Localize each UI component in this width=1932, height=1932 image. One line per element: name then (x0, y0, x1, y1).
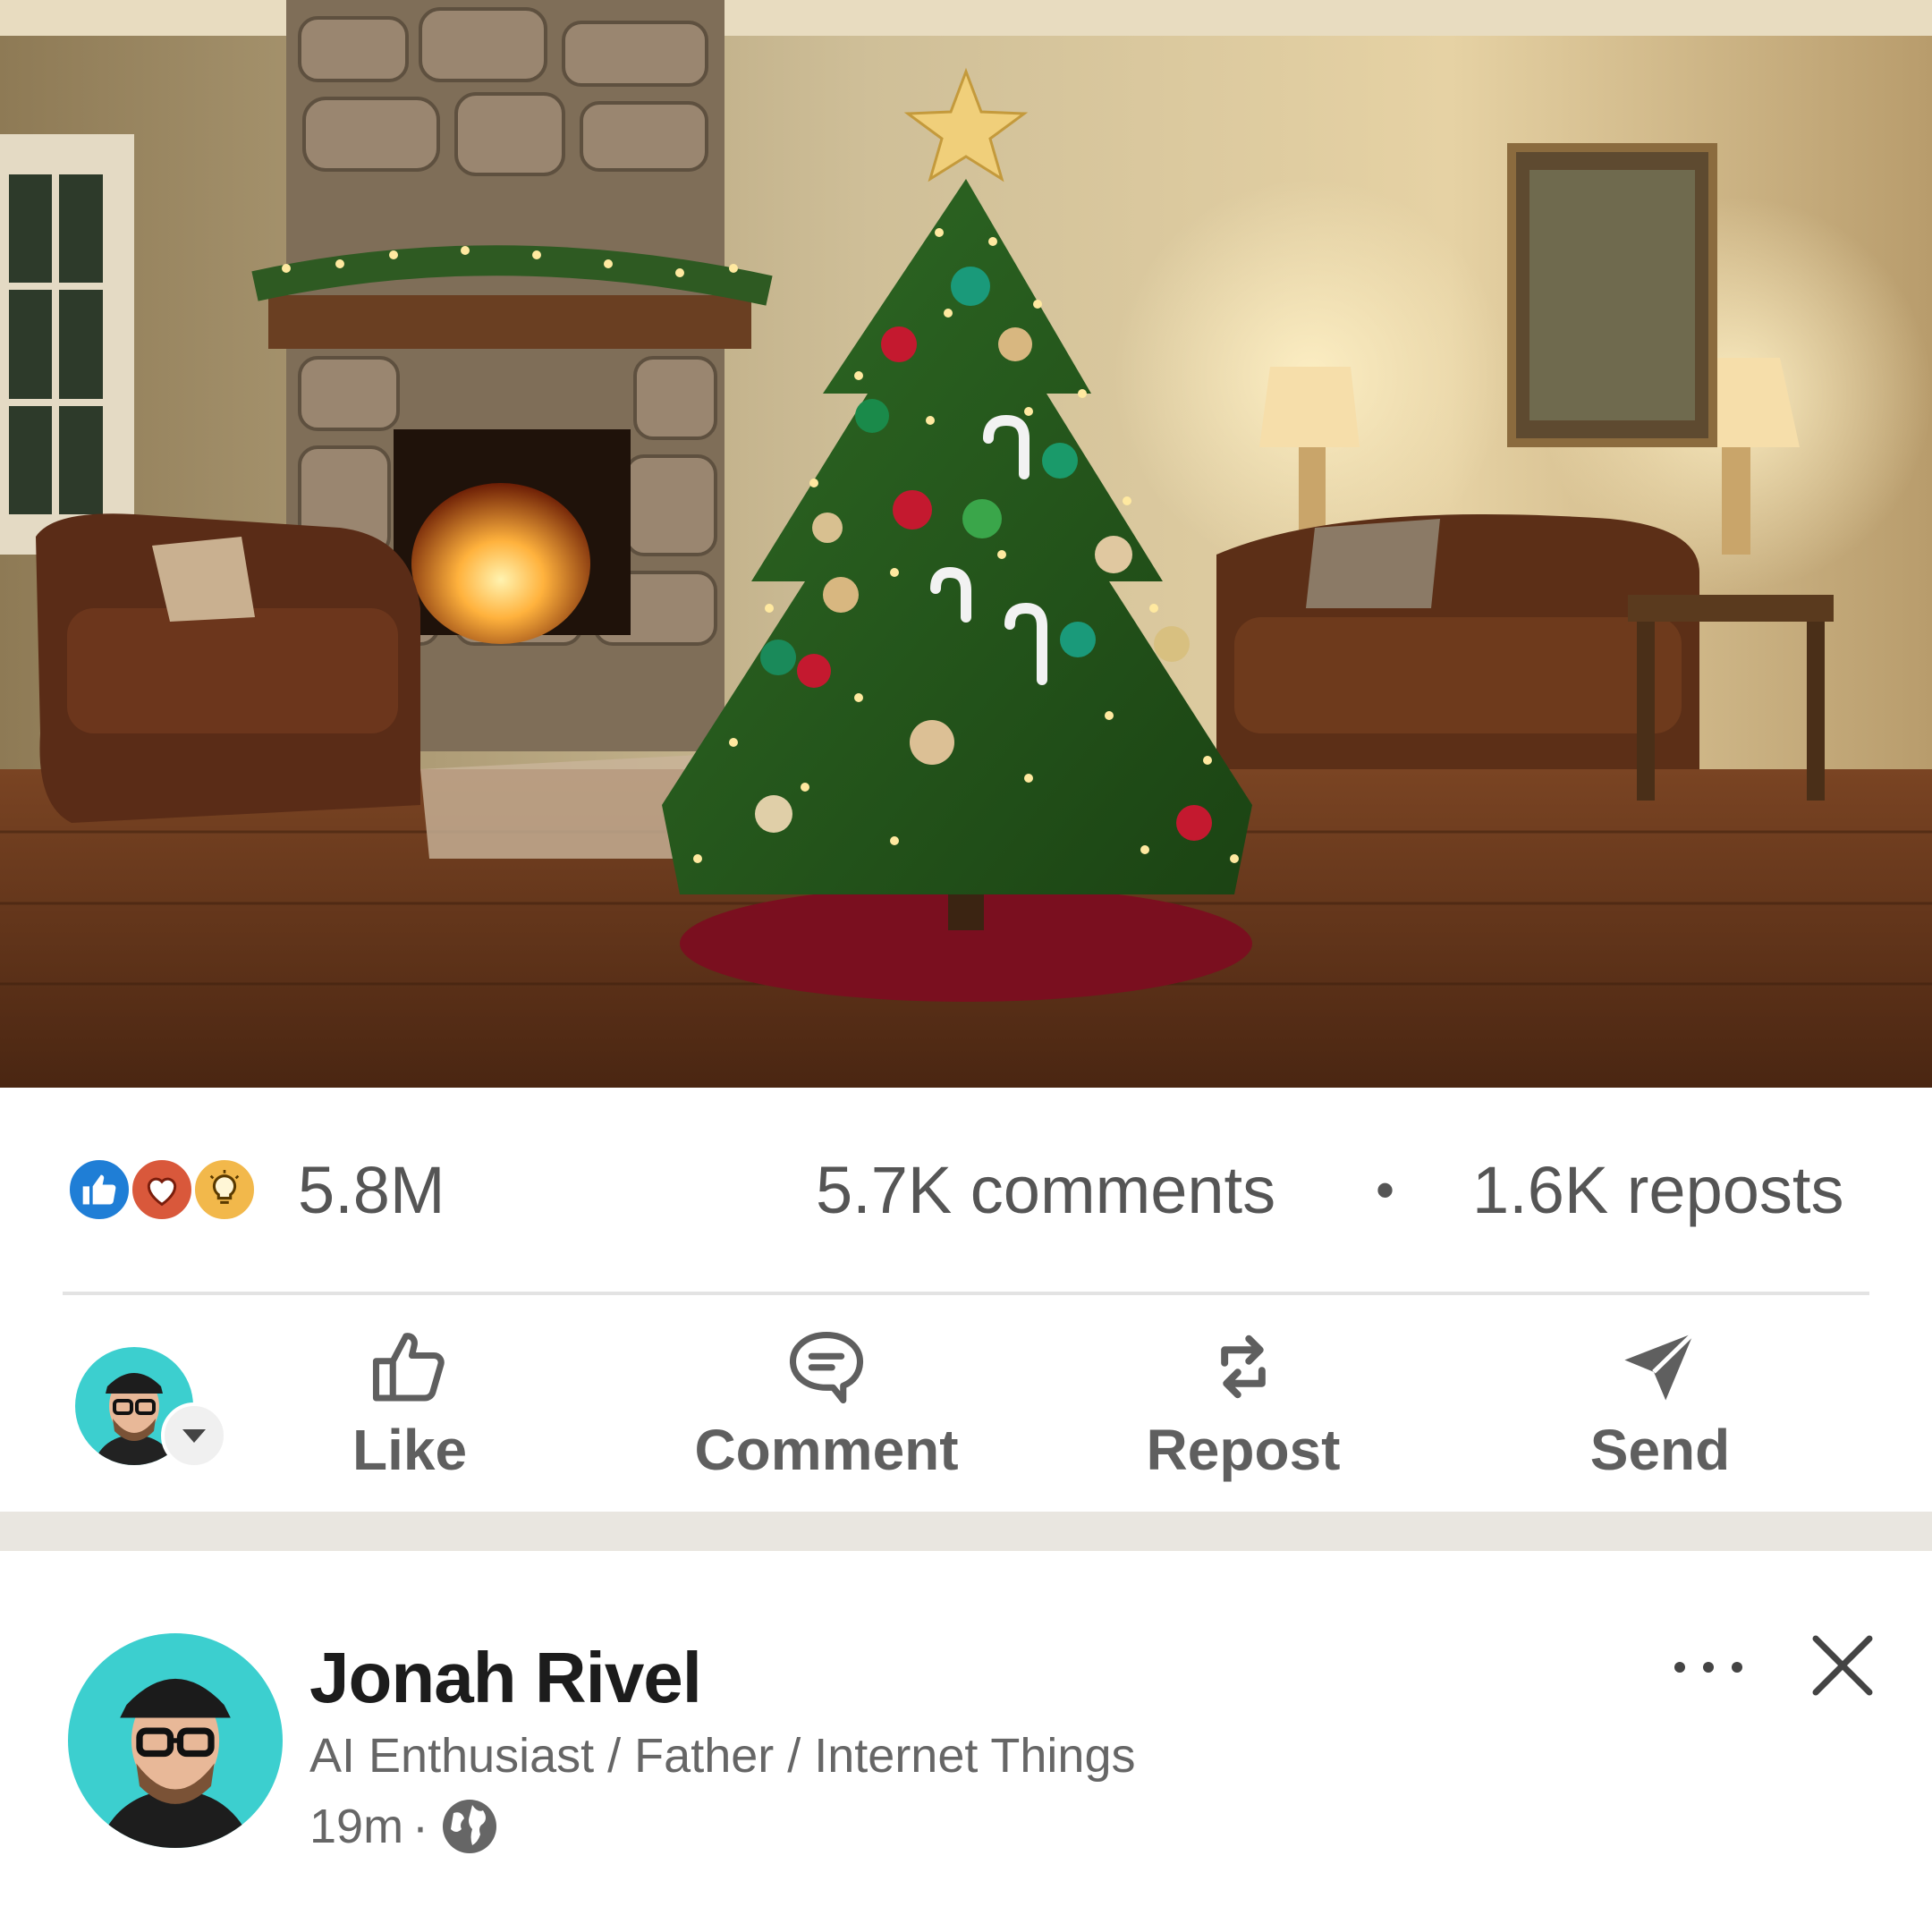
love-reaction-icon[interactable] (129, 1157, 195, 1223)
christmas-tree-photo (0, 0, 1932, 1088)
post-meta: 19m · (309, 1794, 502, 1859)
like-label: Like (352, 1418, 468, 1482)
send-icon (1624, 1331, 1696, 1401)
repost-count[interactable]: 1.6K reposts (1472, 1157, 1843, 1224)
post-time: 19m (309, 1800, 404, 1853)
reaction-count[interactable]: 5.8M (298, 1157, 445, 1224)
identity-dropdown[interactable] (161, 1402, 227, 1469)
insightful-reaction-icon[interactable] (191, 1157, 258, 1223)
repost-label: Repost (1146, 1418, 1341, 1482)
more-options-button[interactable] (1655, 1631, 1762, 1703)
meta-separator: · (412, 1800, 429, 1853)
close-button[interactable] (1798, 1621, 1887, 1710)
author-tagline: AI Enthusiast / Father / Internet Things (309, 1729, 1136, 1783)
like-reaction-icon[interactable] (66, 1157, 132, 1223)
send-button[interactable]: Send (1499, 1322, 1821, 1492)
social-counts-bar: 5.8M 5.7K comments • 1.6K reposts (0, 1088, 1932, 1293)
post-image[interactable] (0, 0, 1932, 1088)
feed-separator (0, 1512, 1932, 1551)
author-avatar[interactable] (68, 1633, 283, 1848)
close-icon (1812, 1635, 1873, 1696)
comment-button[interactable]: Comment (665, 1322, 987, 1492)
repost-icon (1221, 1335, 1266, 1399)
comment-icon (789, 1332, 864, 1404)
chevron-down-icon (182, 1429, 206, 1443)
next-post-header: Jonah Rivel AI Enthusiast / Father / Int… (0, 1551, 1932, 1932)
comment-count[interactable]: 5.7K comments (816, 1157, 1275, 1224)
ellipsis-icon (1674, 1662, 1742, 1673)
repost-button[interactable]: Repost (1082, 1322, 1404, 1492)
comment-label: Comment (694, 1418, 959, 1482)
post-action-bar: Like Comment Repost Send (0, 1295, 1932, 1512)
author-name[interactable]: Jonah Rivel (309, 1637, 702, 1719)
send-label: Send (1589, 1418, 1731, 1482)
like-button[interactable]: Like (249, 1322, 571, 1492)
separator-dot: • (1376, 1160, 1395, 1220)
globe-icon (443, 1800, 497, 1853)
thumbs-up-icon (372, 1333, 445, 1402)
